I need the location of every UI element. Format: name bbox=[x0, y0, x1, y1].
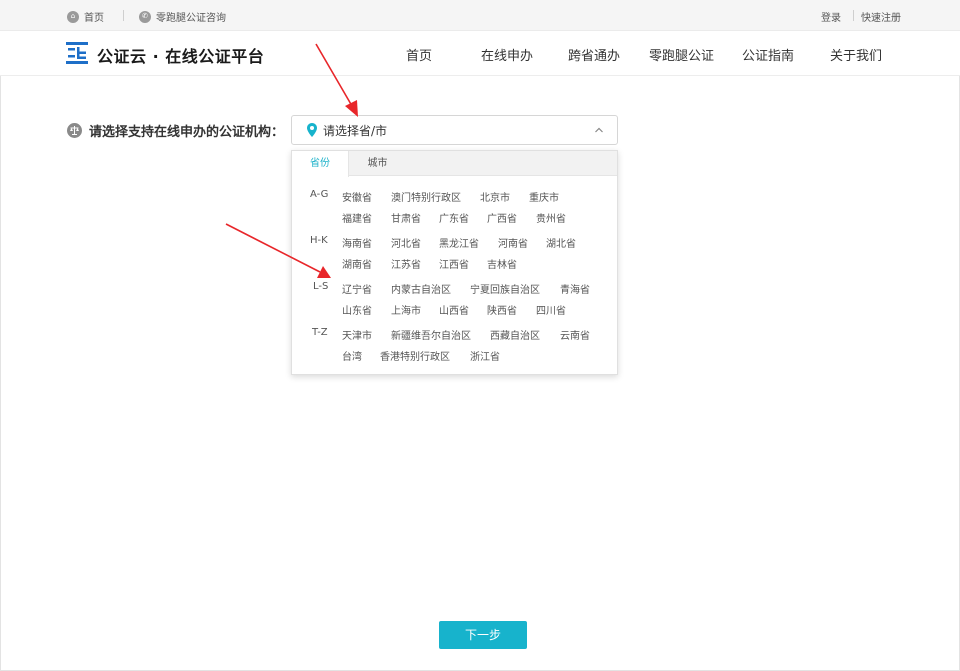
province-city-select[interactable]: 请选择省/市 bbox=[291, 115, 618, 145]
option-province[interactable]: 贵州省 bbox=[536, 210, 566, 225]
register-label: 快速注册 bbox=[861, 13, 901, 24]
topbar-consult-label: 零跑腿公证咨询 bbox=[156, 13, 226, 24]
institution-select-label: 请选择支持在线申办的公证机构： bbox=[89, 125, 285, 140]
option-province[interactable]: 江苏省 bbox=[391, 256, 421, 271]
register-link[interactable]: 快速注册 bbox=[861, 9, 901, 24]
topbar-divider bbox=[853, 10, 854, 21]
option-province[interactable]: 山东省 bbox=[342, 302, 372, 317]
option-province[interactable]: 海南省 bbox=[342, 235, 372, 250]
group-label: L-S bbox=[313, 281, 329, 292]
option-province[interactable]: 台湾 bbox=[342, 348, 362, 363]
option-province[interactable]: 福建省 bbox=[342, 210, 372, 225]
option-province[interactable]: 浙江省 bbox=[470, 348, 500, 363]
option-province[interactable]: 江西省 bbox=[439, 256, 469, 271]
option-province[interactable]: 四川省 bbox=[536, 302, 566, 317]
option-province[interactable]: 陕西省 bbox=[487, 302, 517, 317]
group-label: A-G bbox=[310, 189, 329, 200]
option-province[interactable]: 新疆维吾尔自治区 bbox=[391, 327, 471, 342]
option-province[interactable]: 河南省 bbox=[498, 235, 528, 250]
group-label: H-K bbox=[310, 235, 328, 246]
topbar-home-label: 首页 bbox=[84, 13, 104, 24]
login-label: 登录 bbox=[821, 13, 841, 24]
nav-cross-province[interactable]: 跨省通办 bbox=[568, 45, 620, 64]
scale-icon bbox=[67, 123, 82, 138]
topbar-home-link[interactable]: ⌂ 首页 bbox=[67, 9, 104, 24]
option-province[interactable]: 上海市 bbox=[391, 302, 421, 317]
top-utility-bar: ⌂ 首页 ✆ 零跑腿公证咨询 登录 快速注册 bbox=[0, 0, 960, 31]
site-header: 公证云 · 在线公证平台 首页 在线申办 跨省通办 零跑腿公证 公证指南 关于我… bbox=[0, 31, 960, 76]
phone-icon: ✆ bbox=[139, 10, 151, 23]
option-province[interactable]: 湖北省 bbox=[546, 235, 576, 250]
next-step-button[interactable]: 下一步 bbox=[439, 621, 527, 649]
option-province[interactable]: 云南省 bbox=[560, 327, 590, 342]
option-province[interactable]: 安徽省 bbox=[342, 189, 372, 204]
option-province[interactable]: 河北省 bbox=[391, 235, 421, 250]
option-province[interactable]: 天津市 bbox=[342, 327, 372, 342]
group-label: T-Z bbox=[312, 327, 328, 338]
select-placeholder: 请选择省/市 bbox=[323, 124, 388, 138]
option-province[interactable]: 西藏自治区 bbox=[490, 327, 540, 342]
option-province[interactable]: 吉林省 bbox=[487, 256, 517, 271]
topbar-consult-link[interactable]: ✆ 零跑腿公证咨询 bbox=[139, 9, 226, 24]
topbar-divider bbox=[123, 10, 124, 21]
option-province[interactable]: 北京市 bbox=[480, 189, 510, 204]
nav-guide[interactable]: 公证指南 bbox=[742, 45, 794, 64]
option-province[interactable]: 澳门特别行政区 bbox=[391, 189, 461, 204]
option-province[interactable]: 宁夏回族自治区 bbox=[470, 281, 540, 296]
region-dropdown: 省份 城市 A-G 安徽省 澳门特别行政区 北京市 重庆市 福建省 甘肃省 广东… bbox=[291, 150, 618, 375]
option-province[interactable]: 甘肃省 bbox=[391, 210, 421, 225]
tab-province[interactable]: 省份 bbox=[292, 151, 349, 177]
location-pin-icon bbox=[307, 123, 317, 137]
nav-home[interactable]: 首页 bbox=[406, 45, 432, 64]
chevron-up-icon bbox=[595, 127, 603, 133]
nav-zero-errand[interactable]: 零跑腿公证 bbox=[649, 45, 714, 64]
option-province[interactable]: 广东省 bbox=[439, 210, 469, 225]
nav-about[interactable]: 关于我们 bbox=[830, 45, 882, 64]
option-province[interactable]: 香港特别行政区 bbox=[380, 348, 450, 363]
tab-city[interactable]: 城市 bbox=[350, 151, 405, 176]
option-province[interactable]: 湖南省 bbox=[342, 256, 372, 271]
home-icon: ⌂ bbox=[67, 10, 79, 23]
option-province[interactable]: 青海省 bbox=[560, 281, 590, 296]
option-province[interactable]: 山西省 bbox=[439, 302, 469, 317]
logo-icon bbox=[66, 42, 88, 64]
option-province[interactable]: 内蒙古自治区 bbox=[391, 281, 451, 296]
nav-online-apply[interactable]: 在线申办 bbox=[481, 45, 533, 64]
option-province[interactable]: 辽宁省 bbox=[342, 281, 372, 296]
site-logo-text[interactable]: 公证云 · 在线公证平台 bbox=[97, 43, 264, 67]
option-province[interactable]: 黑龙江省 bbox=[439, 235, 479, 250]
login-link[interactable]: 登录 bbox=[821, 9, 841, 24]
option-province[interactable]: 重庆市 bbox=[529, 189, 559, 204]
option-province[interactable]: 广西省 bbox=[487, 210, 517, 225]
dropdown-tabs: 省份 城市 bbox=[292, 151, 617, 177]
